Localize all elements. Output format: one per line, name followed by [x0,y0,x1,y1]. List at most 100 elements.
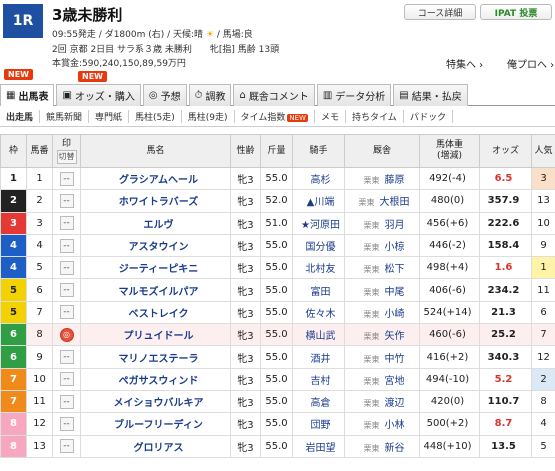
orepro-link[interactable]: 俺プロへ › [507,56,554,71]
mark-cell[interactable]: -- [52,166,81,191]
trainer-link[interactable]: 松下 [385,264,405,275]
trainer-link[interactable]: 渡辺 [385,398,405,409]
mark-cell[interactable]: -- [52,434,81,458]
horse-name-link[interactable]: グラシアムヘール [80,166,231,191]
subtab-bachu9[interactable]: 馬柱(9走) [182,110,235,123]
mark-cell[interactable]: -- [52,412,81,436]
jockey-link[interactable]: 高倉 [292,389,345,414]
mark-select-button[interactable]: -- [59,416,74,431]
horse-name-link[interactable]: エルヴ [80,211,231,235]
mark-toggle-button[interactable]: 切替 [56,149,77,164]
jockey-link[interactable]: 吉村 [292,367,345,391]
jockey-link[interactable]: 富田 [292,278,345,302]
mark-cell[interactable]: -- [52,367,81,391]
tokushu-link[interactable]: 特集へ › [446,56,483,71]
mark-select-button[interactable]: -- [59,216,74,231]
subtab-shinbun[interactable]: 競馬新聞 [40,110,90,123]
jockey-link[interactable]: ★河原田 [292,211,345,235]
table-row[interactable]: 3 3 -- エルヴ 牝3 51.0 ★河原田 栗東 羽月 456(+6) 222.6 10 [0,211,555,235]
subtab-mochi-time[interactable]: 持ちタイム [346,110,404,123]
subtab-bachu5[interactable]: 馬柱(5走) [129,110,182,123]
header-waku[interactable]: 枠 [0,134,27,168]
mark-cell[interactable]: -- [52,345,81,369]
mark-cell[interactable]: -- [52,278,81,302]
trainer-link[interactable]: 小椋 [385,242,405,253]
subtab-senmonshi[interactable]: 専門紙 [89,110,130,123]
table-row[interactable]: 2 2 -- ホワイトラバーズ 牝3 52.0 ▲川端 栗東 大根田 480(0) 357.9 13 [0,189,555,213]
mark-select-button[interactable]: -- [59,260,74,275]
horse-name-link[interactable]: ブルーフリーディン [80,412,231,436]
mark-select-button[interactable]: -- [59,193,74,208]
trainer-link[interactable]: 羽月 [385,220,405,231]
table-row[interactable]: 7 10 -- ペガサスウィンド 牝3 55.0 吉村 栗東 宮地 494(-10) 5.2 2 [0,367,555,391]
jockey-link[interactable]: 団野 [292,412,345,436]
horse-name-link[interactable]: アスタウイン [80,233,231,258]
trainer-link[interactable]: 大根田 [380,197,410,208]
tab-chokyo[interactable]: ⏱ 調教 [188,84,232,106]
mark-cell[interactable]: -- [52,233,81,258]
tab-yoso[interactable]: ◎ 予想 [142,84,187,106]
mark-select-button[interactable]: -- [59,394,74,409]
jockey-link[interactable]: ▲川端 [292,189,345,213]
mark-select-button[interactable]: -- [59,238,74,253]
table-row[interactable]: 8 12 -- ブルーフリーディン 牝3 55.0 団野 栗東 小林 500(+2) 8.7 4 [0,412,555,436]
mark-select-button[interactable]: -- [59,171,74,186]
ipat-vote-button[interactable]: IPAT 投票 [480,4,552,20]
trainer-link[interactable]: 新谷 [385,443,405,454]
trainer-link[interactable]: 宮地 [385,376,405,387]
header-odds[interactable]: オッズ [479,134,532,168]
trainer-link[interactable]: 小崎 [385,309,405,320]
mark-cell[interactable]: -- [52,300,81,325]
jockey-link[interactable]: 国分優 [292,233,345,258]
table-row[interactable]: 1 1 -- グラシアムヘール 牝3 55.0 高杉 栗東 藤原 492(-4) 6.5 3 [0,166,555,191]
tab-result[interactable]: ▤ 結果・払戻 [393,84,468,106]
jockey-link[interactable]: 岩田望 [292,434,345,458]
tab-data[interactable]: ▥ データ分析 [316,84,392,106]
mark-cell[interactable]: -- [52,256,81,280]
horse-name-link[interactable]: グロリアス [80,434,231,458]
mark-select-button[interactable]: -- [59,372,74,387]
header-pop[interactable]: 人気 [531,134,555,168]
jockey-link[interactable]: 横山武 [292,323,345,347]
horse-name-link[interactable]: マルモズイルパア [80,278,231,302]
trainer-link[interactable]: 小林 [385,420,405,431]
tab-comment[interactable]: ⌂ 厩舎コメント [233,84,315,106]
trainer-link[interactable]: 中尾 [385,287,405,298]
course-detail-button[interactable]: コース詳細 [404,4,476,20]
jockey-link[interactable]: 佐々木 [292,300,345,325]
horse-name-link[interactable]: メイショウバルキア [80,389,231,414]
mark-cell[interactable]: -- [52,211,81,235]
mark-select-button[interactable]: -- [59,305,74,320]
mark-select-button[interactable]: -- [59,350,74,365]
table-row[interactable]: 6 8 ◎ プリュイドール 牝3 55.0 横山武 栗東 矢作 460(-6) 25.2 7 [0,323,555,347]
mark-select-button[interactable]: -- [59,439,74,454]
horse-name-link[interactable]: プリュイドール [80,323,231,347]
trainer-link[interactable]: 矢作 [385,331,405,342]
horse-name-link[interactable]: ホワイトラバーズ [80,189,231,213]
header-bataiju[interactable]: 馬体重 (増減) [419,134,480,168]
table-row[interactable]: 4 5 -- ジーティーピキニ 牝3 55.0 北村友 栗東 松下 498(+4) 1.6 1 [0,256,555,280]
horse-name-link[interactable]: ベストレイク [80,300,231,325]
horse-name-link[interactable]: マリノエステーラ [80,345,231,369]
horse-name-link[interactable]: ペガサスウィンド [80,367,231,391]
mark-cell[interactable]: ◎ [52,323,81,347]
mark-cell[interactable]: -- [52,189,81,213]
table-row[interactable]: 8 13 -- グロリアス 牝3 55.0 岩田望 栗東 新谷 448(+10) 13.5 5 [0,434,555,458]
tab-shutsuba[interactable]: ▦ 出馬表 [0,84,55,106]
subtab-shusso[interactable]: 出走馬 [0,110,41,123]
jockey-link[interactable]: 北村友 [292,256,345,280]
mark-cell[interactable]: -- [52,389,81,414]
table-row[interactable]: 6 9 -- マリノエステーラ 牝3 55.0 酒井 栗東 中竹 416(+2) 340.3 12 [0,345,555,369]
table-row[interactable]: 7 11 -- メイショウバルキア 牝3 55.0 高倉 栗東 渡辺 420(0) 110.7 8 [0,389,555,414]
mark-select-button[interactable]: ◎ [59,327,74,342]
mark-select-button[interactable]: -- [59,283,74,298]
horse-name-link[interactable]: ジーティーピキニ [80,256,231,280]
jockey-link[interactable]: 高杉 [292,166,345,191]
table-row[interactable]: 5 6 -- マルモズイルパア 牝3 55.0 富田 栗東 中尾 406(-6) 234.2 11 [0,278,555,302]
header-umaban[interactable]: 馬番 [26,134,53,168]
subtab-paddock[interactable]: パドック [404,110,454,123]
table-row[interactable]: 5 7 -- ベストレイク 牝3 55.0 佐々木 栗東 小崎 524(+14) 21.3 6 [0,300,555,325]
trainer-link[interactable]: 中竹 [385,354,405,365]
subtab-time-index[interactable]: タイム指数 NEW [235,110,315,123]
tab-odds[interactable]: ▣ オッズ・購入 [56,84,141,106]
